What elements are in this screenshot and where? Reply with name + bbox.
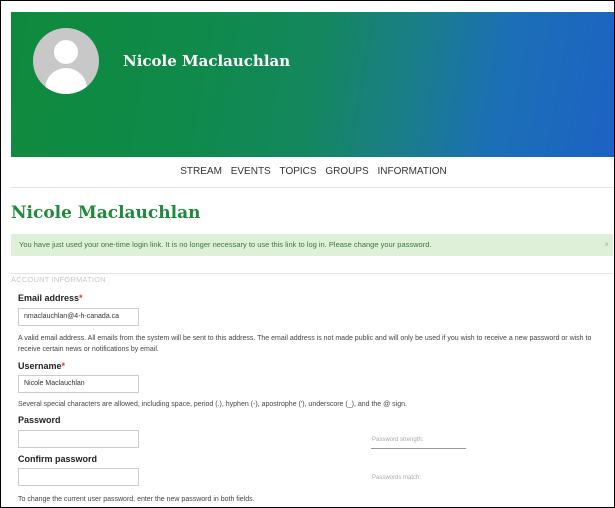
main-nav: STREAM EVENTS TOPICS GROUPS INFORMATION: [11, 166, 614, 177]
banner-user-name: Nicole Maclauchlan: [123, 52, 291, 70]
email-field[interactable]: nmaclauchlan@4-h-canada.ca: [18, 308, 139, 326]
confirm-password-field[interactable]: [18, 468, 139, 486]
close-icon[interactable]: ×: [604, 234, 609, 256]
passwords-match-label: Passwords match:: [372, 475, 422, 481]
nav-item-topics[interactable]: TOPICS: [280, 166, 317, 177]
required-marker: *: [79, 293, 83, 303]
status-message-text: You have just used your one-time login l…: [19, 240, 432, 249]
confirm-password-label: Confirm password: [18, 454, 98, 464]
password-field[interactable]: [18, 430, 139, 448]
nav-divider: [11, 187, 614, 188]
password-strength-label: Password strength:: [372, 437, 424, 443]
required-marker: *: [61, 361, 66, 371]
email-description: A valid email address. All emails from t…: [18, 335, 592, 353]
username-label: Username*: [18, 361, 66, 371]
password-label: Password: [18, 415, 61, 425]
nav-item-stream[interactable]: STREAM: [180, 166, 222, 177]
email-label: Email address*: [18, 293, 83, 303]
profile-banner: Nicole Maclauchlan: [11, 12, 614, 157]
page-title: Nicole Maclauchlan: [11, 203, 201, 223]
username-description: Several special characters are allowed, …: [18, 401, 407, 408]
nav-item-events[interactable]: EVENTS: [231, 166, 271, 177]
password-strength-bar: [371, 448, 466, 449]
user-avatar-icon: [33, 28, 99, 94]
page-frame: Nicole Maclauchlan STREAM EVENTS TOPICS …: [0, 0, 615, 508]
nav-item-information[interactable]: INFORMATION: [377, 166, 446, 177]
status-message: You have just used your one-time login l…: [11, 234, 613, 256]
username-field[interactable]: Nicole Maclauchlan: [18, 375, 139, 393]
account-information-legend: ACCOUNT INFORMATION: [11, 275, 106, 284]
nav-item-groups[interactable]: GROUPS: [325, 166, 368, 177]
password-change-note: To change the current user password, ent…: [18, 496, 255, 503]
